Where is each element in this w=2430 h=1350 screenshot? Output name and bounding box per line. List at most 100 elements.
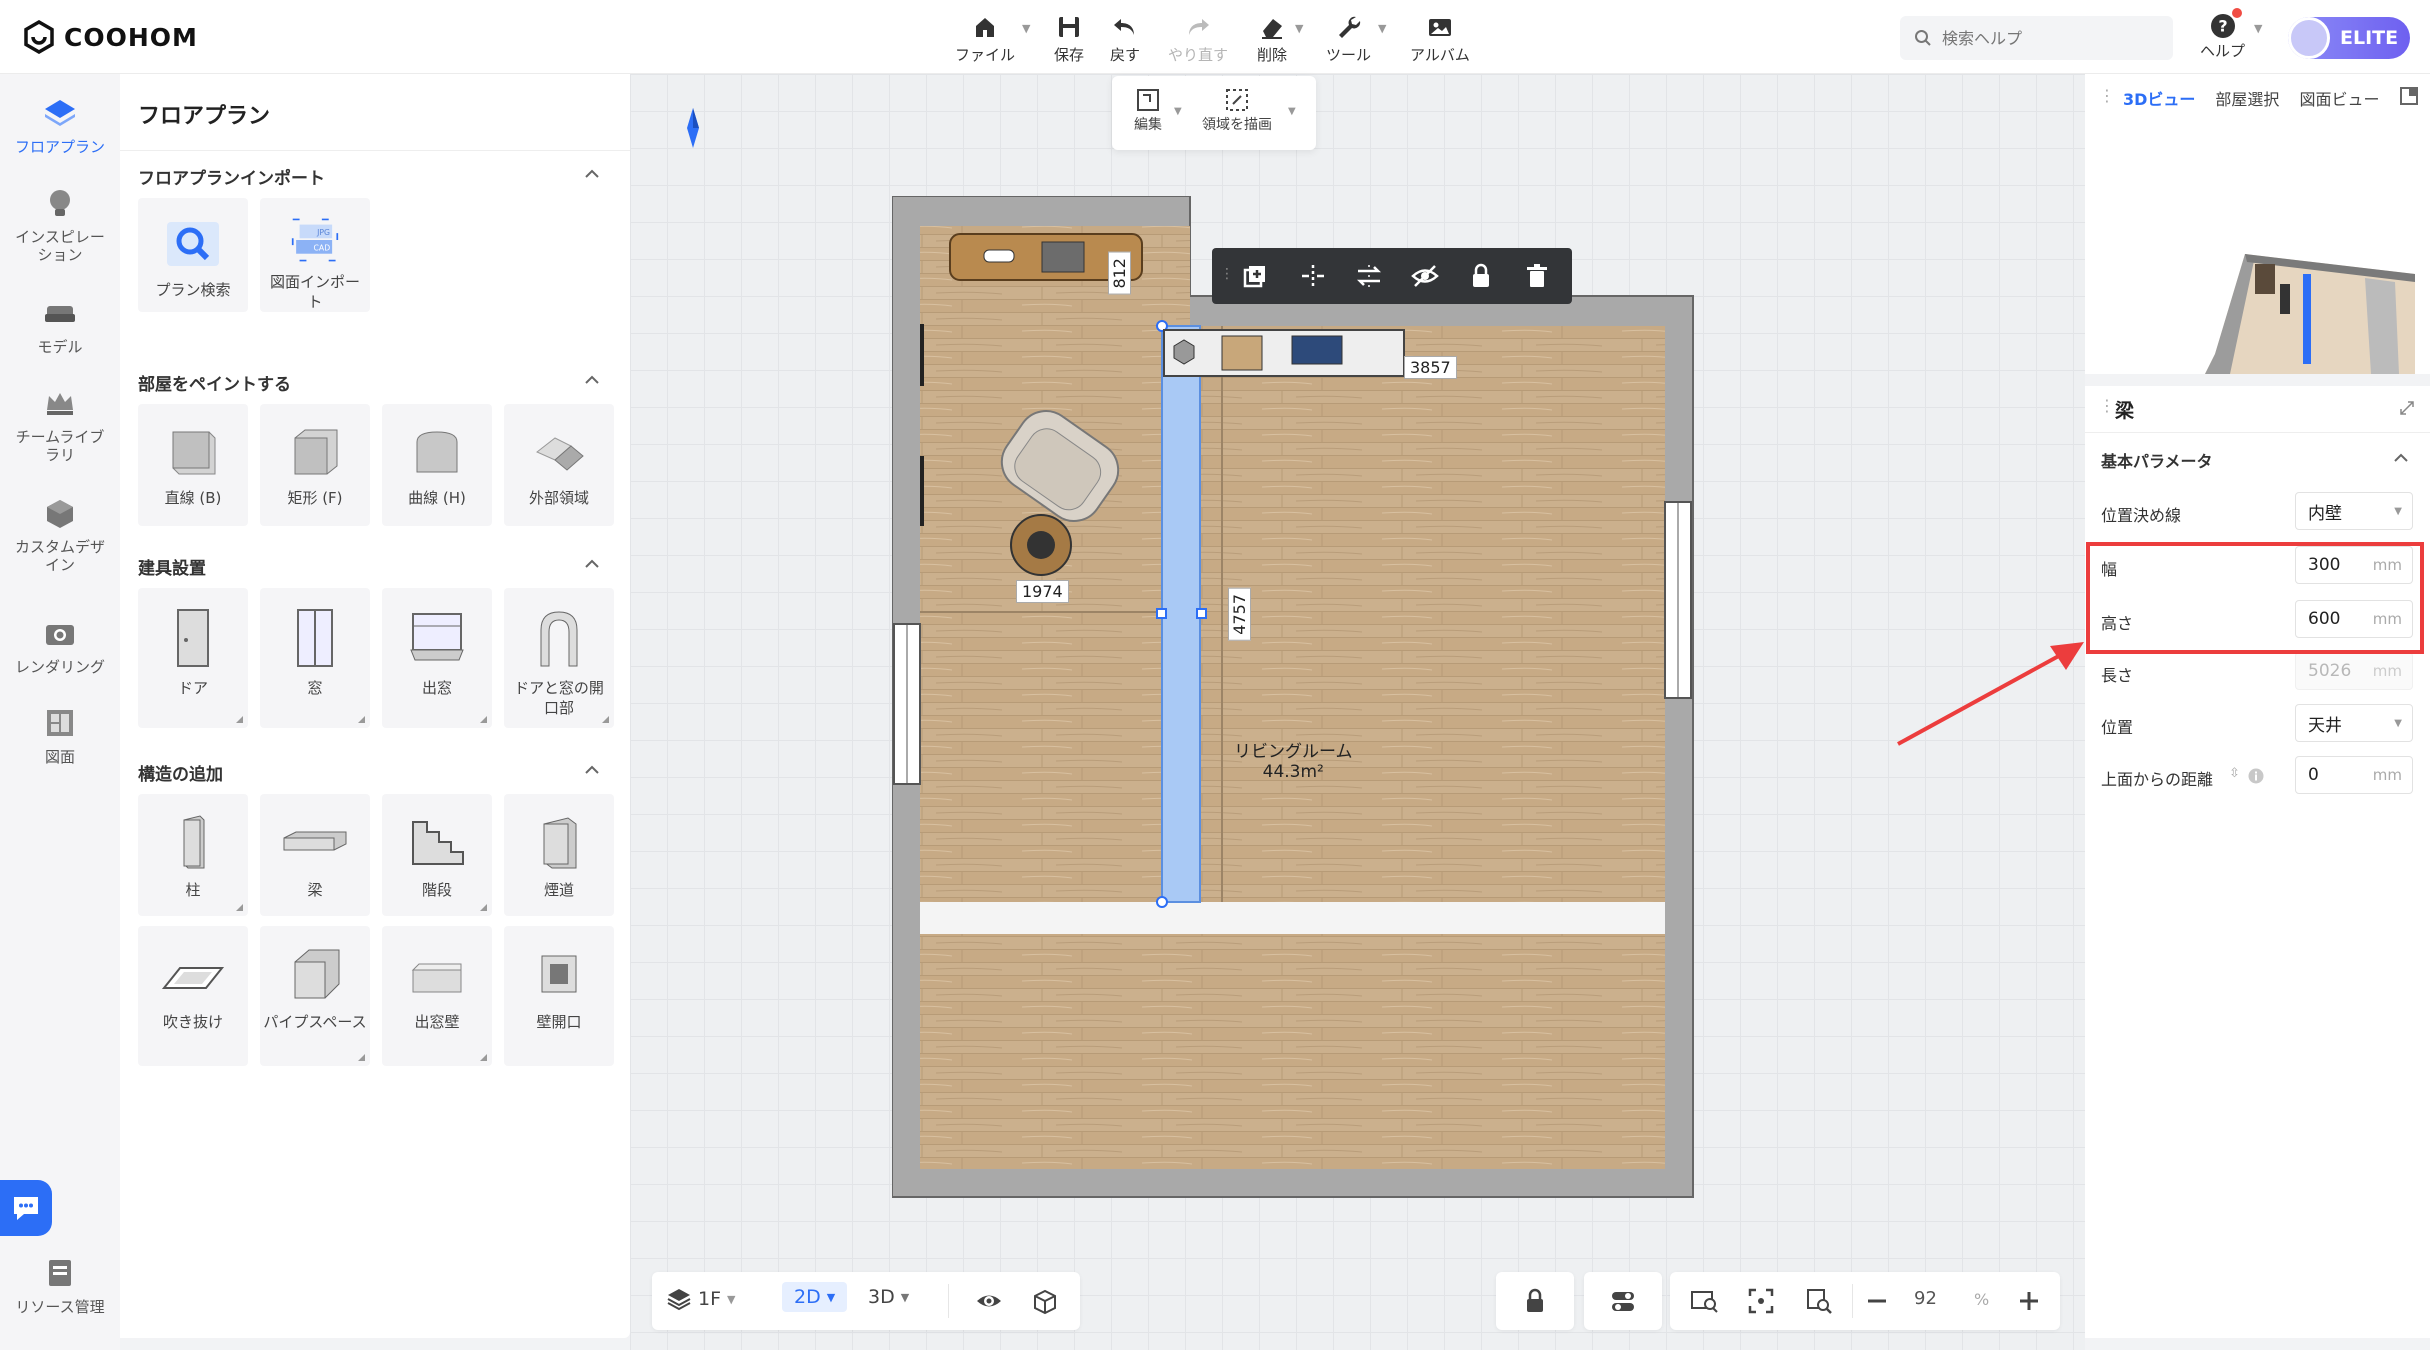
rail-item-drawing[interactable]: 図面 (0, 704, 120, 766)
room-label[interactable]: リビングルーム 44.3m² (1234, 742, 1353, 782)
tab-room-select[interactable]: 部屋選択 (2215, 86, 2279, 110)
offset-unit: mm (2372, 766, 2402, 784)
chevron-up-icon[interactable] (582, 760, 602, 780)
tile-bay-wall[interactable]: 出窓壁 (382, 926, 492, 1066)
visibility-eye-icon[interactable] (974, 1286, 1004, 1316)
edit-caret-icon[interactable]: ▼ (1174, 106, 1182, 117)
mode-3d-button[interactable]: 3D ▼ (868, 1286, 909, 1308)
rail-item-inspiration[interactable]: インスピレーション (0, 184, 120, 264)
floor-plan[interactable] (892, 196, 1694, 1198)
edit-button[interactable]: 編集 (1134, 86, 1162, 134)
tile-column[interactable]: 柱 (138, 794, 248, 916)
help-search[interactable] (1900, 16, 2173, 60)
chevron-up-icon[interactable] (2391, 448, 2411, 468)
offset-input[interactable]: 0 mm (2295, 756, 2413, 794)
tile-wall-opening[interactable]: 壁開口 (504, 926, 614, 1066)
opening-arch-icon (540, 611, 578, 667)
zoom-out-icon[interactable] (1864, 1288, 1890, 1314)
drag-handle-icon[interactable]: ⋮ (1220, 266, 1234, 282)
tile-void[interactable]: 吹き抜け (138, 926, 248, 1066)
rail-label-model: モデル (37, 338, 83, 356)
notification-dot (2232, 8, 2242, 18)
chevron-up-icon[interactable] (582, 554, 602, 574)
zoom-in-icon[interactable] (2016, 1288, 2042, 1314)
redo-button[interactable]: やり直す (1168, 12, 1228, 65)
copy-add-icon[interactable] (1240, 261, 1270, 291)
rail-item-resource[interactable]: リソース管理 (0, 1254, 120, 1316)
expand-corner-icon (480, 904, 487, 911)
draw-area-button[interactable]: 領域を描画 (1202, 86, 1272, 134)
tile-bay-window[interactable]: 出窓 (382, 588, 492, 728)
logo[interactable]: COOHOM (22, 20, 198, 54)
sort-toggle-icon[interactable]: ⇳ (2229, 766, 2240, 781)
rail-item-rendering[interactable]: レンダリング (0, 614, 120, 676)
tab-3d-view[interactable]: 3Dビュー (2123, 86, 2195, 110)
chevron-up-icon[interactable] (582, 370, 602, 390)
tools-menu-button[interactable]: ツール (1326, 12, 1371, 65)
position-select[interactable]: 天井 ▼ (2295, 704, 2413, 742)
rail-item-custom-design[interactable]: カスタムデザイン (0, 494, 120, 574)
zoom-area-icon[interactable] (1804, 1286, 1834, 1316)
tile-paint-rect[interactable]: 矩形 (F) (260, 404, 370, 526)
chevron-up-icon[interactable] (582, 164, 602, 184)
canvas-edit-bar: 編集 ▼ 領域を描画 ▼ (1112, 76, 1316, 150)
search-input[interactable] (1942, 28, 2152, 48)
tile-paint-exterior[interactable]: 外部領域 (504, 404, 614, 526)
delete-button[interactable]: 削除 (1257, 12, 1287, 65)
tile-paint-curve[interactable]: 曲線 (H) (382, 404, 492, 526)
info-icon[interactable] (2247, 767, 2265, 785)
help-caret-icon[interactable]: ▼ (2254, 22, 2262, 35)
tile-label: 柱 (185, 881, 201, 899)
rail-item-model[interactable]: モデル (0, 294, 120, 356)
tile-label: 出窓 (421, 679, 452, 697)
file-caret-icon[interactable]: ▼ (1022, 22, 1030, 35)
tile-beam[interactable]: 梁 (260, 794, 370, 916)
tile-stairs[interactable]: 階段 (382, 794, 492, 916)
tile-plan-search[interactable]: プラン検索 (138, 198, 248, 312)
toggle-settings-icon[interactable] (1608, 1286, 1638, 1316)
undo-button[interactable]: 戻す (1110, 12, 1140, 65)
fit-view-icon[interactable] (1688, 1286, 1720, 1316)
mode-2d-button[interactable]: 2D ▼ (782, 1282, 848, 1312)
length-value: 5026 (2308, 661, 2352, 681)
file-menu-button[interactable]: ファイル (955, 12, 1015, 65)
tile-drawing-import[interactable]: JPG CAD 図面インポート (260, 198, 370, 312)
lock-icon[interactable] (1466, 261, 1496, 291)
3d-box-icon[interactable] (1030, 1286, 1060, 1316)
floor-selector[interactable]: 1F ▼ (666, 1286, 736, 1312)
rail-item-team-library[interactable]: チームライブラリ (0, 384, 120, 464)
tools-caret-icon[interactable]: ▼ (1378, 22, 1386, 35)
focus-frame-icon[interactable] (1746, 1286, 1776, 1316)
hide-eye-icon[interactable] (1410, 261, 1440, 291)
3d-preview-image[interactable] (2185, 234, 2415, 374)
align-center-icon[interactable] (1298, 261, 1328, 291)
canvas-lock-icon[interactable] (1520, 1286, 1550, 1316)
chat-support-button[interactable] (0, 1180, 52, 1236)
tile-paint-line[interactable]: 直線 (B) (138, 404, 248, 526)
drag-handle-icon[interactable]: ⋮ (2099, 86, 2115, 105)
section-title-fixtures: 建具設置 (138, 559, 206, 579)
tile-window[interactable]: 窓 (260, 588, 370, 728)
help-button[interactable]: ? ヘルプ (2200, 8, 2245, 61)
trash-icon[interactable] (1522, 261, 1552, 291)
tile-door[interactable]: ドア (138, 588, 248, 728)
tile-flue[interactable]: 煙道 (504, 794, 614, 916)
drag-handle-icon[interactable]: ⋮ (2099, 396, 2115, 415)
delete-caret-icon[interactable]: ▼ (1295, 22, 1303, 35)
rail-item-floorplan[interactable]: フロアプラン (0, 94, 120, 156)
expand-diagonal-icon[interactable] (2399, 400, 2415, 416)
anchor-select[interactable]: 内壁 ▼ (2295, 492, 2413, 530)
account-elite-badge[interactable]: ELITE (2288, 17, 2410, 59)
zoom-value[interactable]: 92 (1914, 1288, 1937, 1309)
plan-search-icon (167, 222, 219, 266)
save-button[interactable]: 保存 (1054, 12, 1084, 65)
tile-opening[interactable]: ドアと窓の開口部 (504, 588, 614, 728)
preview-panel: ⋮ 3Dビュー 部屋選択 図面ビュー (2085, 74, 2430, 374)
draw-area-caret-icon[interactable]: ▼ (1288, 106, 1296, 117)
length-unit: mm (2372, 662, 2402, 680)
album-button[interactable]: アルバム (1410, 12, 1470, 65)
expand-window-icon[interactable] (2399, 86, 2419, 106)
tile-pipe-space[interactable]: パイプスペース (260, 926, 370, 1066)
tab-drawing-view[interactable]: 図面ビュー (2299, 86, 2379, 110)
flip-icon[interactable] (1354, 261, 1384, 291)
